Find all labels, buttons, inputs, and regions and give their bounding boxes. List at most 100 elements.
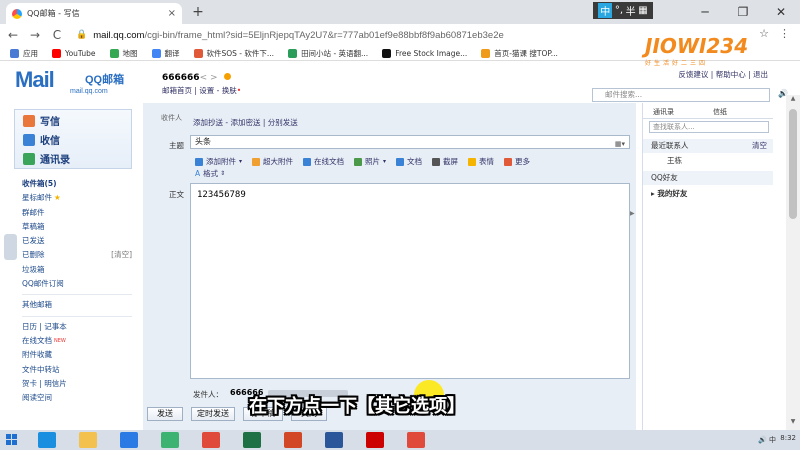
toolbar-button[interactable]: 超大附件 — [252, 156, 293, 167]
body-text: 123456789 — [197, 190, 246, 200]
mailbox-home-link[interactable]: 邮箱首页 — [162, 86, 192, 95]
chrome-taskbar-icon[interactable] — [202, 432, 220, 448]
compose-button[interactable]: 写信 — [15, 112, 131, 129]
tab-contacts[interactable]: 通讯录 — [653, 107, 674, 119]
body-editor[interactable]: 123456789 — [190, 183, 630, 379]
bookmark-star-icon[interactable]: ☆ — [759, 27, 769, 40]
bookmark-item[interactable]: 田间小站 - 英语翻... — [288, 48, 368, 59]
user-name: 666666< > — [162, 73, 231, 83]
empty-trash-link[interactable]: [清空] — [111, 248, 132, 262]
add-cc-links[interactable]: 添加抄送 - 添加密送 | 分别发送 — [193, 117, 298, 128]
forward-button[interactable]: → — [26, 28, 44, 42]
maximize-button[interactable]: ❐ — [724, 0, 762, 24]
contacts-button[interactable]: 通讯录 — [15, 150, 131, 167]
chrome2-taskbar-icon[interactable] — [407, 432, 425, 448]
folder-item[interactable]: 日历 | 记事本 — [22, 320, 132, 334]
side-tool-icon[interactable] — [4, 234, 17, 260]
toolbar-button[interactable]: 照片 ▾ — [354, 156, 386, 167]
tab-close-icon[interactable]: × — [168, 8, 176, 19]
lock-icon[interactable]: 🔒 — [76, 30, 87, 40]
ime-halfwidth-icon[interactable]: 半 — [626, 3, 636, 18]
folder-item[interactable]: 群邮件 — [22, 206, 132, 220]
folder-item[interactable]: 附件收藏 — [22, 348, 132, 362]
excel-taskbar-icon[interactable] — [243, 432, 261, 448]
minimize-button[interactable]: ─ — [686, 0, 724, 24]
mail-search-input[interactable]: 邮件搜索... — [592, 88, 770, 102]
bookmark-item[interactable]: 地图 — [109, 48, 138, 59]
folder-item[interactable]: 已发送 — [22, 234, 132, 248]
qq-mail-logo[interactable]: Mail QQ邮箱 mail.qq.com — [15, 67, 124, 95]
bookmark-item[interactable]: YouTube — [52, 48, 96, 58]
folder-item[interactable]: QQ邮件订阅 — [22, 277, 132, 291]
skin-link[interactable]: 换肤 — [222, 86, 237, 95]
format-button[interactable]: A 格式 ⇕ — [195, 168, 225, 179]
settings-link[interactable]: 设置 — [199, 86, 214, 95]
toolbar-button[interactable]: 更多 — [504, 156, 530, 167]
page-scrollbar[interactable]: ▲ ▼ — [786, 95, 800, 430]
sender-label: 发件人： — [193, 390, 223, 399]
dropdown-arrow-icon[interactable]: ▾ — [383, 158, 386, 165]
ime-toolbar[interactable]: 中 °, 半 ▦ — [593, 2, 653, 19]
scroll-down-icon[interactable]: ▼ — [786, 418, 800, 430]
logout-link[interactable]: 退出 — [753, 70, 768, 79]
toolbar-button[interactable]: 添加附件 ▾ — [195, 156, 242, 167]
subject-options-icon[interactable]: ▦▾ — [615, 138, 625, 150]
tab-stationery[interactable]: 信纸 — [713, 107, 727, 119]
scheduled-send-button[interactable]: 定时发送 — [191, 407, 235, 421]
windows-start-icon[interactable] — [6, 434, 18, 446]
clear-recent-link[interactable]: 清空 — [752, 139, 767, 153]
toolbar-button[interactable]: 截屏 — [432, 156, 458, 167]
explorer-taskbar-icon[interactable] — [79, 432, 97, 448]
edge-taskbar-icon[interactable] — [161, 432, 179, 448]
pen-icon — [23, 114, 35, 127]
my-friends-group[interactable]: ▸ 我的好友 — [643, 187, 773, 201]
baidu-taskbar-icon[interactable] — [120, 432, 138, 448]
new-tab-button[interactable]: + — [190, 3, 206, 21]
ie-taskbar-icon[interactable] — [38, 432, 56, 448]
bookmark-item[interactable]: 翻译 — [151, 48, 180, 59]
folder-item[interactable]: 贺卡 | 明信片 — [22, 377, 132, 391]
bookmark-item[interactable]: 首页-猫课 搜TOP... — [481, 48, 558, 59]
folder-item[interactable]: 已删除 [清空] — [22, 248, 132, 262]
folder-item[interactable]: 星标邮件 ★ — [22, 191, 132, 205]
toolbar-label: 表情 — [479, 157, 495, 166]
collapse-panel-icon[interactable]: ▶ — [630, 210, 635, 217]
folder-item[interactable]: 草稿箱 — [22, 220, 132, 234]
powerpoint-taskbar-icon[interactable] — [284, 432, 302, 448]
close-window-button[interactable]: ✕ — [762, 0, 800, 24]
back-button[interactable]: ← — [4, 28, 22, 42]
ime-grid-icon[interactable]: ▦ — [638, 5, 647, 16]
word-taskbar-icon[interactable] — [325, 432, 343, 448]
subject-input[interactable]: 头条 ▦▾ — [190, 135, 630, 149]
bookmark-item[interactable]: Free Stock Image... — [382, 48, 467, 58]
system-tray[interactable]: 🔊 中 — [758, 435, 776, 445]
dropdown-arrow-icon[interactable]: ▾ — [239, 158, 242, 165]
tab-qq-mail[interactable]: QQ邮箱 - 写信 × — [6, 3, 182, 24]
ime-chinese-icon[interactable]: 中 — [598, 3, 613, 18]
folder-item[interactable]: 其他邮箱 — [22, 298, 132, 312]
clock[interactable]: 8:32 — [780, 434, 796, 442]
ime-punct-icon[interactable]: °, — [615, 5, 623, 16]
scroll-up-icon[interactable]: ▲ — [786, 95, 800, 107]
send-button[interactable]: 发送 — [147, 407, 183, 421]
folder-item[interactable]: 垃圾箱 — [22, 263, 132, 277]
help-link[interactable]: 帮助中心 — [716, 70, 746, 79]
reload-button[interactable]: C — [48, 28, 66, 42]
toolbar-button[interactable]: 表情 — [468, 156, 494, 167]
chrome-menu-icon[interactable]: ⋮ — [779, 27, 790, 40]
bookmark-item[interactable]: 应用 — [10, 48, 38, 59]
bookmark-item[interactable]: 软件SOS - 软件下... — [193, 48, 274, 59]
scroll-thumb[interactable] — [789, 109, 797, 219]
inbox-check-button[interactable]: 收信 — [15, 131, 131, 148]
contact-search-input[interactable]: 查找联系人... — [649, 121, 769, 133]
address-bar[interactable]: mail.qq.com/cgi-bin/frame_html?sid=5Eljn… — [93, 30, 504, 41]
folder-item[interactable]: 阅读空间 — [22, 391, 132, 405]
toolbar-button[interactable]: 文档 — [396, 156, 422, 167]
folder-item[interactable]: 文件中转站 — [22, 363, 132, 377]
folder-item[interactable]: 在线文档 NEW — [22, 334, 132, 348]
toolbar-button[interactable]: 在线文档 — [303, 156, 344, 167]
feedback-link[interactable]: 反馈建议 — [678, 70, 708, 79]
recorder-taskbar-icon[interactable] — [366, 432, 384, 448]
folder-item[interactable]: 收件箱(5) — [22, 177, 132, 191]
contact-item[interactable]: 王栋 — [643, 154, 773, 168]
